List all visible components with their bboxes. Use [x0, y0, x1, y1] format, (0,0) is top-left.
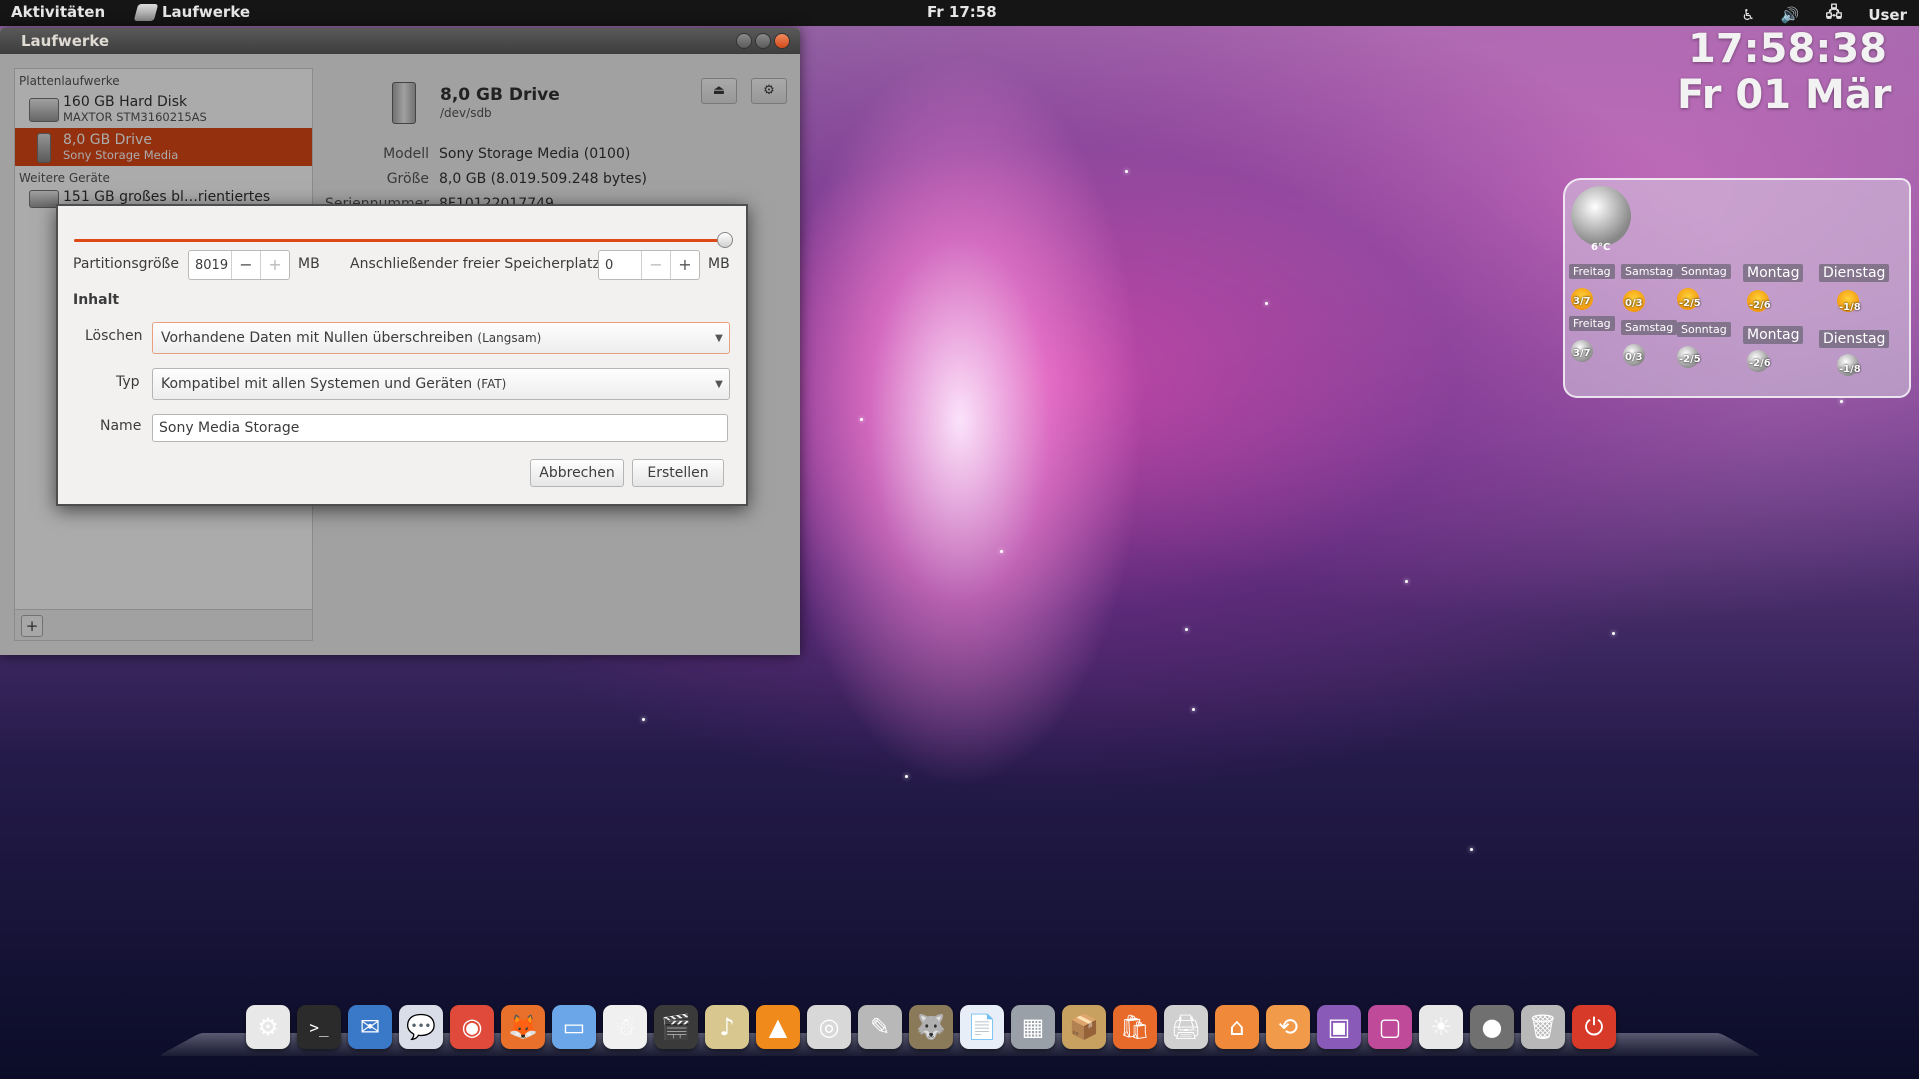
forecast-value: -2/6 — [1749, 358, 1771, 369]
power-icon[interactable]: ⏻ — [1572, 1005, 1616, 1049]
window-titlebar[interactable]: Laufwerke — [0, 28, 800, 54]
writer-icon[interactable]: 📄 — [960, 1005, 1004, 1049]
partition-size-slider[interactable] — [74, 239, 724, 242]
free-space-spinner[interactable]: 0 − + — [598, 250, 700, 280]
pidgin-icon[interactable]: 💬 — [399, 1005, 443, 1049]
free-space-label: Anschließender freier Speicherplatz — [350, 256, 600, 272]
user-menu[interactable]: User — [1868, 6, 1907, 24]
skype-icon[interactable]: ☃ — [603, 1005, 647, 1049]
forecast-value: -2/5 — [1679, 298, 1701, 309]
forecast-value: 0/3 — [1625, 298, 1643, 309]
forecast-day: Montag — [1743, 264, 1804, 282]
erase-select[interactable]: Vorhandene Daten mit Nullen überschreibe… — [152, 322, 730, 354]
forecast-value: -2/6 — [1749, 300, 1771, 311]
panel-clock[interactable]: Fr 17:58 — [927, 3, 997, 21]
current-temp: 6°C — [1591, 242, 1611, 253]
forecast-day: Samstag — [1621, 264, 1678, 279]
partition-size-label: Partitionsgröße — [73, 256, 179, 272]
accessibility-icon[interactable]: ♿ — [1741, 6, 1754, 24]
forecast-day: Montag — [1743, 326, 1804, 344]
app-menu[interactable]: Laufwerke — [133, 3, 251, 21]
content-section-title: Inhalt — [73, 292, 120, 308]
cancel-button[interactable]: Abbrechen — [530, 459, 624, 487]
slider-handle[interactable] — [717, 232, 733, 248]
firefox-icon[interactable]: 🦊 — [501, 1005, 545, 1049]
desktop-date: Fr 01 Mär — [1677, 72, 1892, 118]
create-partition-dialog: Partitionsgröße 8019 − + MB Anschließend… — [56, 204, 748, 506]
forecast-day: Samstag — [1621, 320, 1678, 335]
minus-button[interactable]: − — [231, 251, 260, 279]
workspace-switcher-icon[interactable]: ▣ — [1317, 1005, 1361, 1049]
chevron-down-icon: ▼ — [715, 332, 723, 344]
top-panel: Aktivitäten Laufwerke Fr 17:58 ♿ 🔊 🖧 Use… — [0, 0, 1919, 26]
ubuntu-icon[interactable]: ⚙ — [246, 1005, 290, 1049]
type-value: Kompatibel mit allen Systemen und Geräte… — [161, 376, 473, 392]
maximize-button[interactable] — [755, 33, 771, 49]
calculator-icon[interactable]: ▦ — [1011, 1005, 1055, 1049]
free-space-value[interactable]: 0 — [599, 258, 641, 273]
partition-size-unit: MB — [298, 256, 320, 272]
media-player-icon[interactable]: ♪ — [705, 1005, 749, 1049]
plus-button[interactable]: + — [260, 251, 289, 279]
gimp-icon[interactable]: 🐺 — [909, 1005, 953, 1049]
terminal-icon[interactable]: >_ — [297, 1005, 341, 1049]
free-space-unit: MB — [708, 256, 730, 272]
activities-button[interactable]: Aktivitäten — [11, 3, 105, 21]
weather-moon-icon — [1571, 186, 1631, 246]
forecast-day: Freitag — [1569, 264, 1615, 279]
finder-icon[interactable]: ▭ — [552, 1005, 596, 1049]
desktop-clock: 17:58:38 — [1688, 26, 1887, 72]
minus-button[interactable]: − — [641, 251, 670, 279]
type-select[interactable]: Kompatibel mit allen Systemen und Geräte… — [152, 368, 730, 400]
erase-value: Vorhandene Daten mit Nullen überschreibe… — [161, 330, 473, 346]
forecast-day: Sonntag — [1677, 322, 1731, 337]
name-label: Name — [100, 418, 142, 434]
printer-icon[interactable]: 🖨 — [1164, 1005, 1208, 1049]
disk-icon[interactable]: ● — [1470, 1005, 1514, 1049]
dvd-icon[interactable]: ◎ — [807, 1005, 851, 1049]
erase-label: Löschen — [85, 328, 143, 344]
forecast-day: Sonntag — [1677, 264, 1731, 279]
volume-icon[interactable]: 🔊 — [1781, 6, 1800, 24]
forecast-day: Dienstag — [1819, 330, 1890, 348]
chrome-icon[interactable]: ◉ — [450, 1005, 494, 1049]
brightness-icon[interactable]: ☀ — [1419, 1005, 1463, 1049]
thunderbird-icon[interactable]: ✉ — [348, 1005, 392, 1049]
app-menu-label: Laufwerke — [162, 3, 251, 21]
trash-icon[interactable]: 🗑 — [1521, 1005, 1565, 1049]
type-label: Typ — [116, 374, 140, 390]
forecast-value: 0/3 — [1625, 352, 1643, 363]
forecast-value: 3/7 — [1573, 348, 1591, 359]
video-editor-icon[interactable]: 🎬 — [654, 1005, 698, 1049]
partition-size-spinner[interactable]: 8019 − + — [188, 250, 290, 280]
forecast-value: -1/8 — [1839, 302, 1861, 313]
home-folder-icon[interactable]: ⌂ — [1215, 1005, 1259, 1049]
chevron-down-icon: ▼ — [715, 378, 723, 390]
system-tray: ♿ 🔊 🖧 User — [1741, 2, 1907, 27]
software-center-icon[interactable]: 🛍 — [1113, 1005, 1157, 1049]
forecast-value: -1/8 — [1839, 364, 1861, 375]
backup-folder-icon[interactable]: ⟲ — [1266, 1005, 1310, 1049]
vlc-icon[interactable]: ▲ — [756, 1005, 800, 1049]
minimize-button[interactable] — [736, 33, 752, 49]
forecast-value: 3/7 — [1573, 296, 1591, 307]
forecast-day: Freitag — [1569, 316, 1615, 331]
plus-button[interactable]: + — [670, 251, 699, 279]
weather-widget: 6°C Freitag Samstag Sonntag Montag Diens… — [1563, 178, 1911, 398]
forecast-value: -2/5 — [1679, 354, 1701, 365]
close-button[interactable] — [774, 33, 790, 49]
type-note: (FAT) — [476, 377, 507, 391]
name-field[interactable]: Sony Media Storage — [152, 414, 728, 442]
wallpaper-icon[interactable]: ▢ — [1368, 1005, 1412, 1049]
create-button[interactable]: Erstellen — [632, 459, 724, 487]
window-title: Laufwerke — [21, 32, 110, 50]
erase-note: (Langsam) — [477, 331, 542, 345]
forecast-day: Dienstag — [1819, 264, 1890, 282]
network-icon[interactable]: 🖧 — [1826, 2, 1843, 27]
drive-icon — [133, 3, 159, 21]
gimp-brush-icon[interactable]: ✎ — [858, 1005, 902, 1049]
dock: ⚙ >_ ✉ 💬 ◉ 🦊 ▭ ☃ 🎬 ♪ ▲ ◎ ✎ 🐺 📄 ▦ 📦 🛍 🖨 ⌂ ⟲ ▣ ▢ ☀ ● 🗑 ⏻ — [246, 1005, 1616, 1049]
partition-size-value[interactable]: 8019 — [189, 258, 231, 273]
archive-icon[interactable]: 📦 — [1062, 1005, 1106, 1049]
